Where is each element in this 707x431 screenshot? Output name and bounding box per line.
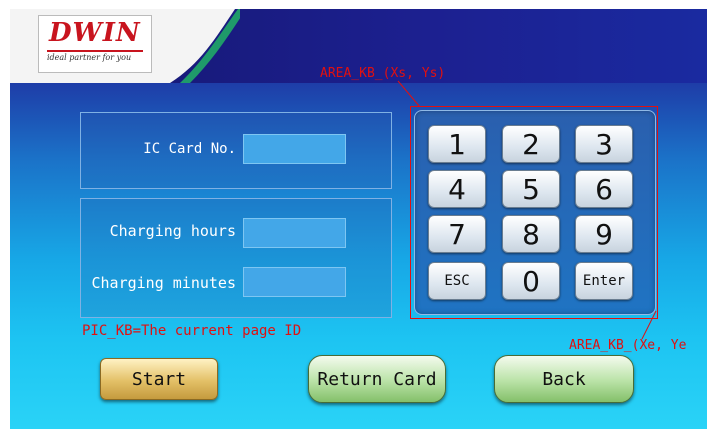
logo-text: DWIN xyxy=(49,18,141,48)
logo-tagline: ideal partner for you xyxy=(47,53,132,62)
key-5[interactable]: 5 xyxy=(502,170,560,208)
key-7[interactable]: 7 xyxy=(428,215,486,253)
key-2[interactable]: 2 xyxy=(502,125,560,163)
dwin-logo: DWIN ideal partner for you xyxy=(38,15,152,73)
key-3[interactable]: 3 xyxy=(575,125,633,163)
start-button[interactable]: Start xyxy=(100,358,218,400)
ic-card-label: IC Card No. xyxy=(143,141,236,157)
charging-minutes-label: Charging minutes xyxy=(91,274,237,292)
charging-hours-label: Charging hours xyxy=(109,222,236,240)
key-1[interactable]: 1 xyxy=(428,125,486,163)
key-8[interactable]: 8 xyxy=(502,215,560,253)
annotation-area-end: AREA_KB_(Xe, Ye xyxy=(569,338,687,353)
key-enter[interactable]: Enter xyxy=(575,262,633,300)
return-card-button[interactable]: Return Card xyxy=(308,355,446,403)
key-6[interactable]: 6 xyxy=(575,170,633,208)
charging-panel: Charging hours Charging minutes xyxy=(80,198,392,318)
hmi-screen: DWIN ideal partner for you AREA_KB_(Xs, … xyxy=(10,9,707,429)
key-0[interactable]: 0 xyxy=(502,262,560,300)
logo-stripe xyxy=(47,50,143,52)
ic-card-input[interactable] xyxy=(243,134,346,164)
back-button[interactable]: Back xyxy=(494,355,634,403)
key-4[interactable]: 4 xyxy=(428,170,486,208)
key-esc[interactable]: ESC xyxy=(428,262,486,300)
annotation-pic-kb: PIC_KB=The current page ID xyxy=(82,323,302,339)
key-9[interactable]: 9 xyxy=(575,215,633,253)
ic-card-panel: IC Card No. xyxy=(80,112,392,189)
charging-minutes-input[interactable] xyxy=(243,267,346,297)
charging-hours-input[interactable] xyxy=(243,218,346,248)
